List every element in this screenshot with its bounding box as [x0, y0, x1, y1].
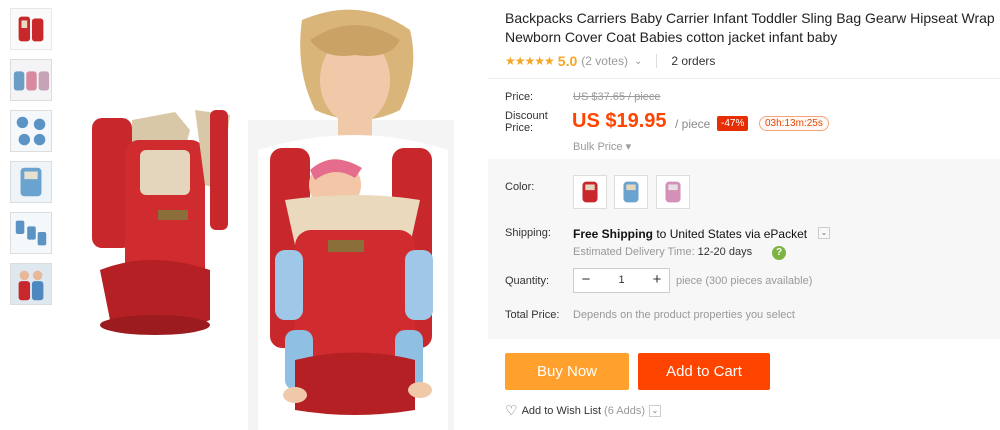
- buy-now-button[interactable]: Buy Now: [505, 353, 629, 390]
- countdown-timer: 03h:13m:25s: [759, 116, 829, 131]
- product-info-panel: Backpacks Carriers Baby Carrier Infant T…: [488, 0, 1000, 430]
- thumbnail-6[interactable]: [10, 263, 52, 305]
- product-title: Backpacks Carriers Baby Carrier Infant T…: [505, 10, 995, 45]
- section-divider: [488, 78, 1000, 79]
- quantity-input[interactable]: [598, 269, 645, 292]
- chevron-down-icon[interactable]: ⌄: [634, 56, 642, 67]
- thumbnail-strip: [10, 8, 54, 314]
- quantity-decrease-button[interactable]: −: [574, 269, 598, 292]
- shipping-label: Shipping:: [505, 227, 551, 239]
- divider: [656, 54, 658, 68]
- shipping-method: Free Shipping to United States via ePack…: [573, 227, 807, 241]
- shipping-destination: to United States via ePacket: [653, 227, 808, 241]
- quantity-availability: piece (300 pieces available): [676, 275, 813, 287]
- discount-badge: -47%: [717, 116, 749, 131]
- price-unit: / piece: [675, 117, 711, 131]
- estimated-delivery: Estimated Delivery Time: 12-20 days: [573, 246, 752, 258]
- color-swatch-blue[interactable]: [614, 175, 648, 209]
- thumbnail-2[interactable]: [10, 59, 52, 101]
- discount-price-label: Discount Price:: [505, 110, 548, 134]
- votes-link[interactable]: (2 votes): [581, 54, 628, 68]
- wishlist-count: (6 Adds): [604, 404, 646, 417]
- add-to-cart-button[interactable]: Add to Cart: [638, 353, 770, 390]
- heart-icon: ♡: [505, 402, 518, 418]
- rating-value: 5.0: [557, 53, 578, 69]
- quantity-label: Quantity:: [505, 275, 550, 287]
- color-swatch-red[interactable]: [573, 175, 607, 209]
- delivery-value: 12-20 days: [697, 246, 753, 258]
- thumbnail-1[interactable]: [10, 8, 52, 50]
- thumbnail-3[interactable]: [10, 110, 52, 152]
- rating-stars-icon: ★★★★★: [505, 54, 555, 68]
- free-shipping-text: Free Shipping: [573, 227, 654, 241]
- quantity-stepper: − +: [573, 268, 670, 293]
- discount-price: US $19.95: [572, 110, 667, 132]
- add-to-wishlist-link[interactable]: ♡ Add to Wish List (6 Adds) ⌄: [505, 402, 662, 419]
- total-price-note: Depends on the product properties you se…: [573, 309, 795, 321]
- original-price: US $37.65 / piece: [573, 91, 661, 103]
- thumbnail-4[interactable]: [10, 161, 52, 203]
- bulk-price-dropdown[interactable]: Bulk Price ▾: [573, 140, 631, 153]
- main-product-image: [70, 0, 485, 430]
- rating-row: ★★★★★ 5.0 (2 votes) ⌄ 2 orders: [505, 52, 715, 70]
- orders-count: 2 orders: [671, 54, 716, 68]
- total-price-label: Total Price:: [505, 309, 560, 321]
- price-label: Price:: [505, 91, 534, 103]
- chevron-down-icon[interactable]: ⌄: [649, 404, 662, 417]
- thumbnail-5[interactable]: [10, 212, 52, 254]
- wishlist-label: Add to Wish List: [521, 404, 602, 417]
- delivery-label: Estimated Delivery Time:: [573, 246, 695, 258]
- quantity-increase-button[interactable]: +: [645, 269, 669, 292]
- color-label: Color:: [505, 181, 535, 193]
- color-swatch-pink[interactable]: [656, 175, 690, 209]
- shipping-dropdown-chevron-icon[interactable]: ⌄: [818, 227, 830, 239]
- help-question-icon[interactable]: ?: [772, 246, 786, 260]
